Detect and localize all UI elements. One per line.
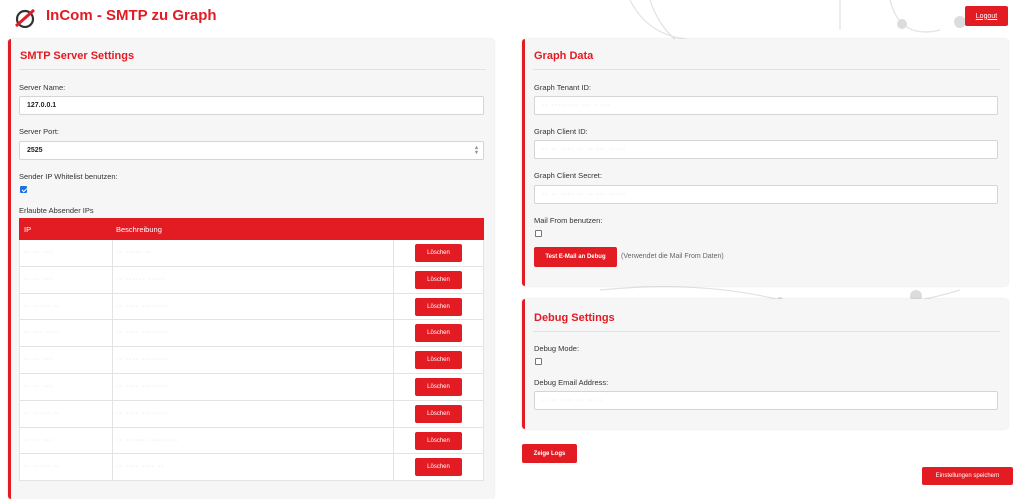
column-divider (393, 454, 394, 481)
column-divider (112, 454, 113, 481)
row-ip: ·· ·· ··· (24, 275, 54, 283)
column-divider (393, 427, 394, 454)
show-logs-button[interactable]: Zeige Logs (522, 444, 577, 463)
delete-button[interactable]: Löschen (415, 404, 462, 423)
spinner-arrows-icon[interactable]: ▴ ▾ (475, 145, 478, 156)
divider (533, 69, 1000, 70)
debug-card-title: Debug Settings (534, 312, 615, 324)
logout-button[interactable]: Logout (965, 6, 1008, 26)
delete-button[interactable]: Löschen (415, 431, 462, 450)
server-port-label: Server Port: (19, 127, 60, 136)
column-header-description: Beschreibung (116, 225, 162, 234)
table-row: ·· ····· ·· ·· ···· ········ Löschen (19, 293, 484, 321)
test-email-note: (Verwendet die Mail From Daten) (621, 253, 724, 260)
row-ip: ·· ····· ·· (24, 409, 60, 417)
row-ip: ·· ····· ·· (24, 463, 60, 471)
column-divider (393, 320, 394, 347)
incom-logo-icon (15, 8, 35, 28)
row-ip: ·· ··· ···· (24, 329, 60, 337)
column-divider (112, 347, 113, 373)
delete-button[interactable]: Löschen (415, 270, 462, 289)
server-name-input[interactable]: 127.0.0.1 (19, 96, 484, 115)
debug-email-label: Debug Email Address: (534, 378, 609, 387)
table-row: ·· ·· ··· ·· ······ ········· Löschen (19, 427, 484, 455)
row-ip: ·· ·· ··· (24, 382, 54, 390)
row-description: ·· ···· ········ (116, 382, 169, 390)
row-description: ·· ···· ········ (116, 356, 169, 364)
row-ip: ·· ·· ··· (24, 436, 54, 444)
mail-from-label: Mail From benutzen: (534, 216, 603, 225)
client-id-label: Graph Client ID: (534, 127, 588, 136)
debug-email-input[interactable]: ·· ·· ···· ·· ·· ·· (534, 391, 998, 410)
row-ip: ·· ·· ··· (24, 249, 54, 256)
app-title: InCom - SMTP zu Graph (46, 7, 217, 24)
column-divider (112, 373, 113, 400)
client-secret-label: Graph Client Secret: (534, 171, 602, 180)
delete-button[interactable]: Löschen (415, 351, 462, 370)
table-row: ·· ·· ··· ·· ···· ········ Löschen (19, 347, 484, 374)
column-divider (393, 400, 394, 427)
server-name-label: Server Name: (19, 83, 66, 92)
graph-card-title: Graph Data (534, 50, 594, 62)
row-description: ·· ···· ···· ·· (116, 463, 165, 471)
client-secret-input[interactable]: ·· ·· ···· ·· ·· ··· ····· (534, 185, 998, 204)
divider (533, 331, 1000, 332)
row-description: ·· ···· ········ (116, 409, 169, 417)
debug-email-value: ·· ·· ···· ·· ·· ·· (542, 397, 604, 404)
row-description: ·· ···· ········ (116, 329, 169, 337)
tenant-id-input[interactable]: ·· ········ ··· · ··· (534, 96, 998, 115)
mail-from-checkbox[interactable] (535, 230, 542, 237)
table-row: ·· ··· ···· ·· ···· ········ Löschen (19, 320, 484, 348)
whitelist-checkbox[interactable] (20, 186, 27, 193)
allowed-ips-label: Erlaubte Absender IPs (19, 206, 94, 215)
table-row: ·· ·· ··· ·· ······ ····· Löschen (19, 266, 484, 294)
column-divider (393, 266, 394, 293)
server-name-value: 127.0.0.1 (27, 102, 57, 109)
row-description: ·· ······ ········· (116, 436, 179, 444)
app-header: InCom - SMTP zu Graph Logout (0, 0, 1024, 36)
tenant-id-value: ·· ········ ··· · ··· (542, 102, 611, 109)
client-id-input[interactable]: ·· ·· ···· ·· ·· ··· ····· (534, 140, 998, 159)
server-port-value: 2525 (27, 147, 43, 154)
row-description: ·· ···· ········ (116, 302, 169, 310)
delete-button[interactable]: Löschen (415, 244, 462, 262)
delete-button[interactable]: Löschen (415, 458, 462, 477)
save-settings-button[interactable]: Einstellungen speichern (922, 467, 1013, 485)
column-divider (393, 240, 394, 266)
client-id-value: ·· ·· ···· ·· ·· ··· ····· (542, 146, 627, 153)
column-divider (393, 293, 394, 320)
client-secret-value: ·· ·· ···· ·· ·· ··· ····· (542, 191, 627, 198)
allowed-ips-table: IP Beschreibung ·· ·· ··· ·· ····· ·· Lösc… (19, 218, 484, 482)
row-ip: ·· ····· ·· (24, 302, 60, 310)
column-divider (112, 240, 113, 266)
table-row: ·· ·· ··· ·· ····· ·· Löschen (19, 240, 484, 267)
row-ip: ·· ·· ··· (24, 356, 54, 364)
whitelist-label: Sender IP Whitelist benutzen: (19, 172, 118, 181)
table-row: ·· ····· ·· ·· ···· ········ Löschen (19, 400, 484, 428)
table-row: ·· ····· ·· ·· ···· ···· ·· Löschen (19, 454, 484, 482)
row-description: ·· ······ ····· (116, 275, 166, 283)
table-header: IP Beschreibung (19, 218, 484, 240)
tenant-id-label: Graph Tenant ID: (534, 83, 591, 92)
test-email-button[interactable]: Test E-Mail an Debug (534, 247, 617, 267)
delete-button[interactable]: Löschen (415, 377, 462, 396)
column-divider (112, 427, 113, 454)
server-port-input[interactable]: 2525 ▴ ▾ (19, 141, 484, 160)
debug-mode-checkbox[interactable] (535, 358, 542, 365)
debug-mode-label: Debug Mode: (534, 344, 580, 353)
column-divider (393, 347, 394, 373)
column-divider (112, 266, 113, 293)
column-divider (112, 293, 113, 320)
row-description: ·· ····· ·· (116, 249, 152, 256)
table-row: ·· ·· ··· ·· ···· ········ Löschen (19, 373, 484, 401)
column-divider (393, 373, 394, 400)
delete-button[interactable]: Löschen (415, 297, 462, 316)
delete-button[interactable]: Löschen (415, 324, 462, 343)
column-header-ip: IP (24, 225, 32, 234)
column-divider (112, 320, 113, 347)
smtp-card-title: SMTP Server Settings (20, 50, 135, 62)
divider (19, 69, 486, 70)
column-divider (112, 400, 113, 427)
